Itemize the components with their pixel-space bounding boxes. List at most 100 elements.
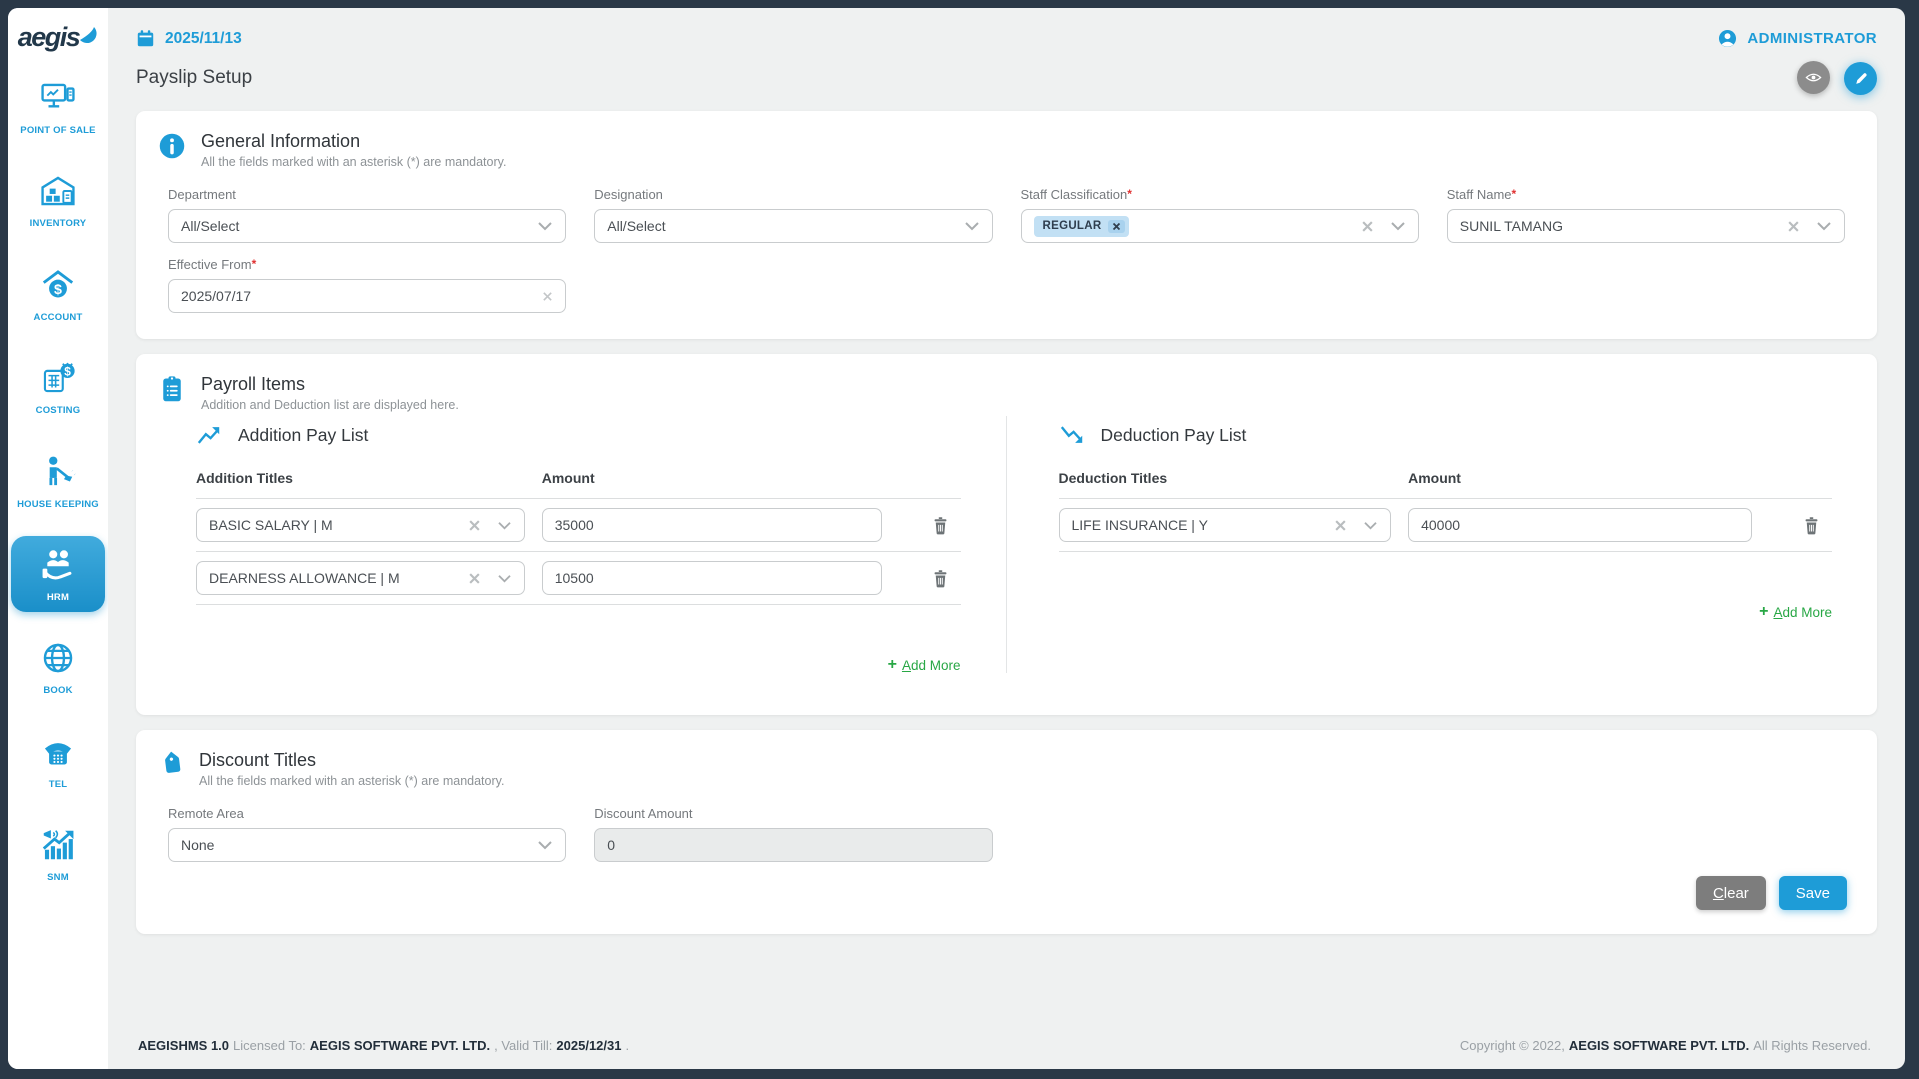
- deduction-title: Deduction Pay List: [1101, 425, 1247, 446]
- addition-title: Addition Pay List: [238, 425, 368, 446]
- aegis-logo[interactable]: aegis: [18, 22, 99, 53]
- point-of-sale-icon: [39, 78, 77, 118]
- required-asterisk: *: [1127, 187, 1132, 201]
- save-button[interactable]: Save: [1779, 876, 1847, 910]
- chip-remove-icon[interactable]: [1108, 220, 1125, 233]
- sidebar-item-point-of-sale[interactable]: POINT OF SALE: [11, 69, 105, 145]
- user-menu[interactable]: ADMINISTRATOR: [1717, 28, 1877, 49]
- sidebar-item-house-keeping[interactable]: HOUSE KEEPING: [11, 443, 105, 519]
- remote-area-select[interactable]: None: [168, 828, 566, 862]
- footer-copyright: Copyright © 2022,AEGIS SOFTWARE PVT. LTD…: [1460, 1038, 1875, 1053]
- designation-select[interactable]: All/Select: [594, 209, 992, 243]
- staff-name-value: SUNIL TAMANG: [1460, 218, 1771, 234]
- sidebar-item-hrm[interactable]: HRM: [11, 536, 105, 612]
- eye-icon: [1804, 68, 1823, 87]
- svg-text:$: $: [64, 365, 71, 379]
- footer: AEGISHMS 1.0Licensed To:AEGIS SOFTWARE P…: [136, 1026, 1877, 1069]
- addition-pay-list: Addition Pay List Addition Titles Amount…: [136, 416, 1007, 673]
- clipboard-icon: [158, 375, 186, 403]
- addition-title-select[interactable]: BASIC SALARY | M: [196, 508, 525, 542]
- addition-title-select[interactable]: DEARNESS ALLOWANCE | M: [196, 561, 525, 595]
- sidebar-item-tel[interactable]: TEL: [11, 723, 105, 799]
- sidebar-item-label: INVENTORY: [30, 218, 87, 229]
- add-more-label: Add More: [902, 658, 961, 673]
- payroll-items-header: Payroll Items Addition and Deduction lis…: [136, 354, 1877, 412]
- addition-amount-input[interactable]: [542, 561, 882, 595]
- chevron-down-icon[interactable]: [537, 220, 553, 232]
- clear-icon[interactable]: [1787, 220, 1800, 233]
- chevron-down-icon[interactable]: [497, 573, 512, 584]
- chevron-down-icon[interactable]: [1363, 520, 1378, 531]
- clear-label: Clear: [1713, 885, 1749, 902]
- deduction-title-select[interactable]: LIFE INSURANCE | Y: [1059, 508, 1392, 542]
- hrm-icon: [39, 545, 77, 585]
- section-subtitle: All the fields marked with an asterisk (…: [199, 774, 504, 788]
- staff-classification-label: Staff Classification*: [1021, 187, 1419, 202]
- svg-text:$: $: [54, 282, 62, 298]
- delete-row-icon[interactable]: [932, 569, 949, 588]
- licensed-to-label: Licensed To:: [233, 1038, 306, 1053]
- chevron-down-icon[interactable]: [497, 520, 512, 531]
- info-icon: [158, 132, 186, 160]
- section-subtitle: Addition and Deduction list are displaye…: [201, 398, 459, 412]
- deduction-add-more-link[interactable]: + Add More: [1759, 604, 1832, 620]
- clear-icon[interactable]: [468, 572, 481, 585]
- addition-amount-input[interactable]: [542, 508, 882, 542]
- effective-from-label: Effective From*: [168, 257, 566, 272]
- deduction-pay-list: Deduction Pay List Deduction Titles Amou…: [1007, 416, 1878, 673]
- logo-text: aegis: [18, 22, 80, 53]
- effective-from-input[interactable]: 2025/07/17: [168, 279, 566, 313]
- addition-title-value: DEARNESS ALLOWANCE | M: [209, 570, 452, 586]
- required-asterisk: *: [252, 257, 257, 271]
- copyright-company: AEGIS SOFTWARE PVT. LTD.: [1569, 1038, 1749, 1053]
- general-information-header: General Information All the fields marke…: [136, 111, 1877, 169]
- valid-till-date: 2025/12/31: [556, 1038, 621, 1053]
- deduction-title-value: LIFE INSURANCE | Y: [1072, 517, 1319, 533]
- licensed-company: AEGIS SOFTWARE PVT. LTD.: [310, 1038, 490, 1053]
- tag-icon: [158, 751, 184, 779]
- effective-from-field: Effective From* 2025/07/17: [168, 257, 566, 313]
- chevron-down-icon[interactable]: [964, 220, 980, 232]
- clear-icon[interactable]: [1334, 519, 1347, 532]
- department-select[interactable]: All/Select: [168, 209, 566, 243]
- main-content: 2025/11/13 ADMINISTRATOR Payslip Setup: [108, 8, 1905, 1069]
- department-label: Department: [168, 187, 566, 202]
- sidebar-item-account[interactable]: $ ACCOUNT: [11, 256, 105, 332]
- delete-row-icon[interactable]: [1803, 516, 1820, 535]
- account-icon: $: [39, 265, 77, 305]
- page-title: Payslip Setup: [136, 67, 252, 89]
- discount-amount-value: 0: [607, 837, 979, 853]
- app-window: aegis POINT OF SALE: [8, 8, 1905, 1069]
- chevron-down-icon[interactable]: [537, 839, 553, 851]
- column-header: Amount: [542, 470, 961, 486]
- chevron-down-icon[interactable]: [1390, 220, 1406, 232]
- staff-name-label: Staff Name*: [1447, 187, 1845, 202]
- sidebar-item-costing[interactable]: $ COSTING: [11, 349, 105, 425]
- addition-row: DEARNESS ALLOWANCE | M: [196, 552, 961, 605]
- clear-icon[interactable]: [468, 519, 481, 532]
- edit-button[interactable]: [1844, 62, 1877, 95]
- staff-name-select[interactable]: SUNIL TAMANG: [1447, 209, 1845, 243]
- delete-row-icon[interactable]: [932, 516, 949, 535]
- sidebar-item-snm[interactable]: SNM: [11, 816, 105, 892]
- staff-classification-select[interactable]: REGULAR: [1021, 209, 1419, 243]
- sidebar-item-label: HOUSE KEEPING: [17, 499, 99, 510]
- chevron-down-icon[interactable]: [1816, 220, 1832, 232]
- clear-icon[interactable]: [1361, 220, 1374, 233]
- sidebar-item-book[interactable]: BOOK: [11, 629, 105, 705]
- clear-button[interactable]: Clear: [1696, 876, 1766, 910]
- addition-add-more-row: + Add More: [196, 657, 961, 673]
- addition-add-more-link[interactable]: + Add More: [888, 657, 961, 673]
- remote-area-label: Remote Area: [168, 806, 566, 821]
- user-name: ADMINISTRATOR: [1747, 30, 1877, 47]
- clear-icon[interactable]: [542, 291, 553, 302]
- section-subtitle: All the fields marked with an asterisk (…: [201, 155, 506, 169]
- date-text: 2025/11/13: [165, 30, 242, 48]
- current-date[interactable]: 2025/11/13: [136, 29, 242, 48]
- deduction-add-more-row: + Add More: [1059, 604, 1833, 620]
- preview-button[interactable]: [1797, 61, 1830, 94]
- deduction-amount-input[interactable]: [1408, 508, 1752, 542]
- sidebar-item-inventory[interactable]: INVENTORY: [11, 162, 105, 238]
- selected-chip: REGULAR: [1034, 216, 1130, 237]
- addition-title-value: BASIC SALARY | M: [209, 517, 452, 533]
